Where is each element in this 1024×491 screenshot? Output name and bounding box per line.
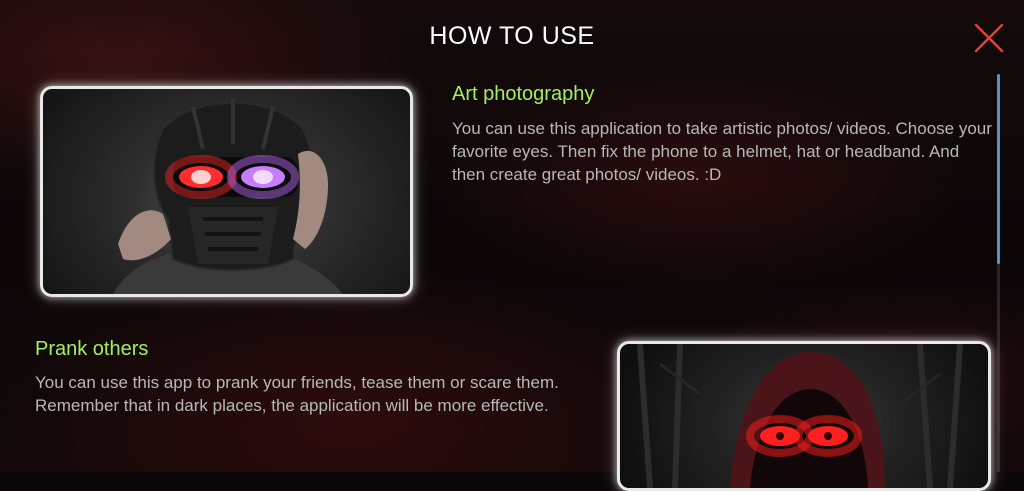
section-description: You can use this app to prank your frien… — [35, 373, 559, 415]
page-title: HOW TO USE — [429, 22, 595, 50]
scrollbar-thumb[interactable] — [997, 74, 1000, 264]
close-button[interactable] — [972, 22, 1006, 54]
section-heading: Art photography — [452, 83, 595, 105]
helmet-glowing-eyes-image — [40, 86, 413, 297]
close-icon — [974, 23, 1004, 53]
section-heading: Prank others — [35, 338, 149, 360]
hooded-figure-red-eyes-image — [617, 341, 991, 491]
section-description: You can use this application to take art… — [452, 119, 992, 184]
